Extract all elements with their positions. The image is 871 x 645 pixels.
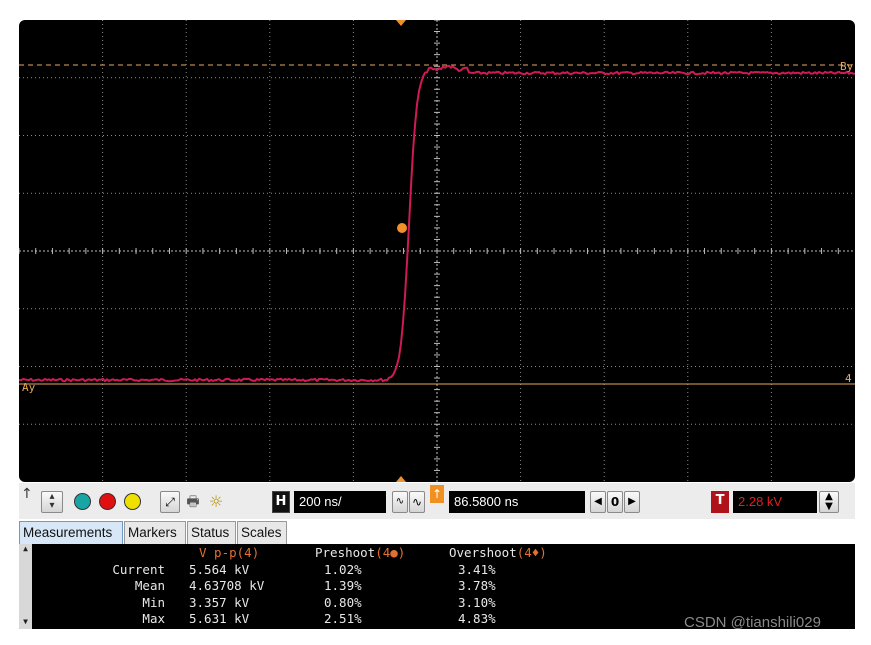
delay-reference-button[interactable]: 0 (607, 491, 623, 513)
trigger-icon[interactable]: T (711, 491, 729, 513)
min-overshoot: 3.10% (458, 595, 496, 610)
color-dot-yellow[interactable] (124, 493, 141, 510)
column-header-overshoot: Overshoot(4♦) (449, 545, 547, 560)
tab-markers[interactable]: Markers (124, 521, 186, 544)
marker-a-label: Ay (22, 381, 36, 394)
marker-b-label: By (840, 60, 854, 73)
scope-toolbar: ↑ ▴ ▾ ⤢ 🖶 ☼ H 200 ns/ ∿ ∿ ↑ 86.5800 ns ◀ … (19, 483, 855, 519)
trigger-top-marker (396, 20, 406, 26)
row-label-min: Min (142, 595, 165, 610)
min-vpp: 3.357 kV (189, 595, 250, 610)
scroll-up-icon[interactable]: ▲ (19, 544, 32, 553)
brightness-icon[interactable]: ☼ (205, 491, 227, 513)
column-header-vpp: V p-p(4) (199, 545, 260, 560)
trigger-reference-icon[interactable]: ↑ (430, 485, 444, 503)
midpoint-marker (397, 223, 407, 233)
horizontal-icon[interactable]: H (272, 491, 290, 513)
current-vpp: 5.564 kV (189, 562, 250, 577)
measurements-scrollbar[interactable]: ▲ ▼ (19, 544, 32, 629)
max-overshoot: 4.83% (458, 611, 496, 626)
arrow-up-icon[interactable]: ↑ (21, 486, 33, 508)
autoscale-icon[interactable]: ⤢ (160, 491, 180, 513)
fine-adjust-icon[interactable]: ∿ (409, 491, 425, 513)
tab-status[interactable]: Status (187, 521, 236, 544)
up-down-spinner[interactable]: ▴ ▾ (41, 491, 63, 513)
min-preshoot: 0.80% (324, 595, 362, 610)
waveform-display[interactable]: Ay By 4 (19, 20, 855, 482)
row-label-current: Current (112, 562, 165, 577)
tab-scales[interactable]: Scales (237, 521, 287, 544)
mean-vpp: 4.63708 kV (189, 578, 265, 593)
current-overshoot: 3.41% (458, 562, 496, 577)
row-label-max: Max (142, 611, 165, 626)
trigger-bottom-marker (396, 476, 406, 482)
print-icon[interactable]: 🖶 (183, 491, 203, 513)
coarse-adjust-icon[interactable]: ∿ (392, 491, 408, 513)
trigger-level-spinner[interactable]: ▲ ▼ (819, 491, 839, 513)
mean-overshoot: 3.78% (458, 578, 496, 593)
color-dot-red[interactable] (99, 493, 116, 510)
scroll-down-icon[interactable]: ▼ (19, 617, 32, 626)
delay-right-button[interactable]: ▶ (624, 491, 640, 513)
row-label-mean: Mean (134, 578, 165, 593)
delay-field[interactable]: 86.5800 ns (449, 491, 585, 513)
delay-left-button[interactable]: ◀ (590, 491, 606, 513)
channel-4-level-label: 4 (845, 372, 852, 385)
timebase-field[interactable]: 200 ns/ (294, 491, 386, 513)
max-preshoot: 2.51% (324, 611, 362, 626)
mean-preshoot: 1.39% (324, 578, 362, 593)
max-vpp: 5.631 kV (189, 611, 250, 626)
color-dot-teal[interactable] (74, 493, 91, 510)
trigger-level-field[interactable]: 2.28 kV (733, 491, 817, 513)
tab-measurements[interactable]: Measurements (19, 521, 123, 544)
current-preshoot: 1.02% (324, 562, 362, 577)
column-header-preshoot: Preshoot(4●) (315, 545, 406, 560)
waveform-graticule (19, 20, 855, 482)
watermark-text: CSDN @tianshili029 (684, 614, 821, 631)
